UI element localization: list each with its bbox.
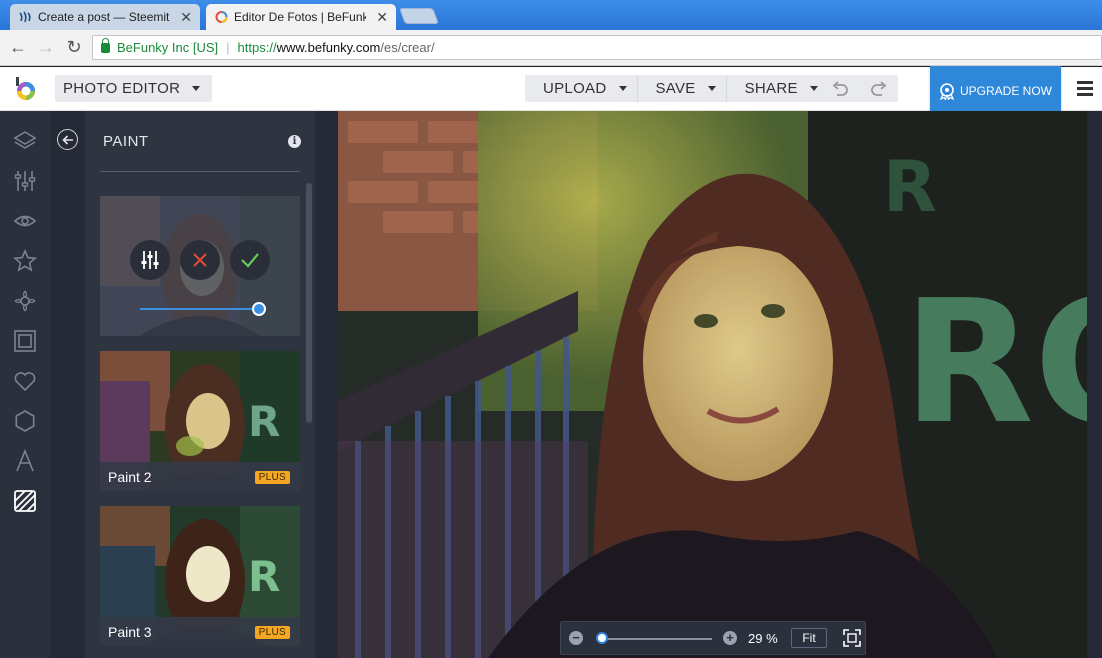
tab-steemit[interactable]: Create a post — Steemit ✕ xyxy=(10,4,200,30)
eye-icon[interactable] xyxy=(13,209,37,233)
shape-icon[interactable] xyxy=(13,409,37,433)
effect-name: Paint 2 xyxy=(108,468,152,485)
mode-label: PHOTO EDITOR xyxy=(63,80,181,97)
url-scheme: https:// xyxy=(237,40,277,55)
redo-button[interactable] xyxy=(859,75,898,102)
back-arrow-icon xyxy=(61,134,73,145)
close-icon xyxy=(193,253,207,267)
browser-tab-bar: Create a post — Steemit ✕ Editor De Foto… xyxy=(0,0,1102,30)
panel-title: PAINT xyxy=(103,133,149,150)
zoom-out-button[interactable]: − xyxy=(569,631,583,645)
befunky-logo-icon[interactable] xyxy=(13,77,37,101)
zoom-slider[interactable] xyxy=(602,638,712,640)
app-header: PHOTO EDITOR UPLOAD SAVE SHARE UPGRADE N… xyxy=(0,66,1102,116)
reload-icon[interactable]: ↻ xyxy=(63,37,85,58)
adjust-sliders-icon[interactable] xyxy=(13,169,37,193)
settings-sliders-icon xyxy=(141,251,159,269)
close-icon[interactable]: ✕ xyxy=(180,9,192,26)
checkmark-icon xyxy=(241,253,259,268)
undo-icon xyxy=(832,80,848,96)
hamburger-menu-icon[interactable] xyxy=(1077,81,1093,96)
fit-button[interactable]: Fit xyxy=(791,628,827,648)
zoom-slider-handle[interactable] xyxy=(596,632,608,644)
caret-down-icon xyxy=(192,86,201,91)
zoom-controls: − + 29 % Fit xyxy=(560,621,866,655)
badge-icon xyxy=(939,83,955,100)
plus-badge: PLUS xyxy=(254,471,290,484)
zoom-in-button[interactable]: + xyxy=(723,631,737,645)
apply-effect-button[interactable] xyxy=(230,240,270,280)
effect-item-paint-3[interactable]: R Paint 3 PLUS xyxy=(100,506,300,646)
active-effect-thumbnail[interactable] xyxy=(100,196,300,336)
effect-amount-handle[interactable] xyxy=(252,302,266,316)
text-icon[interactable] xyxy=(13,449,37,473)
tab-title: Create a post — Steemit xyxy=(38,10,170,24)
zoom-percent: 29 % xyxy=(748,631,778,646)
cancel-effect-button[interactable] xyxy=(180,240,220,280)
address-bar-row: ← → ↻ BeFunky Inc [US] | https://www.bef… xyxy=(0,30,1102,66)
divider: | xyxy=(226,40,230,55)
back-button[interactable] xyxy=(57,129,78,150)
upgrade-label: UPGRADE NOW xyxy=(960,84,1053,98)
panel-gutter xyxy=(50,111,85,658)
caret-down-icon xyxy=(618,86,627,91)
steemit-favicon-icon xyxy=(19,11,31,23)
effect-name: Paint 3 xyxy=(108,623,152,640)
caret-down-icon xyxy=(809,86,818,91)
divider xyxy=(100,171,300,172)
fullscreen-icon[interactable] xyxy=(843,629,861,647)
effect-settings-button[interactable] xyxy=(130,240,170,280)
undo-button[interactable] xyxy=(820,75,859,102)
url-path: /es/crear/ xyxy=(380,40,435,55)
upload-label: UPLOAD xyxy=(543,80,607,97)
caret-down-icon xyxy=(707,86,716,91)
secure-label: BeFunky Inc [US] xyxy=(117,40,219,55)
new-tab-button[interactable] xyxy=(399,8,439,24)
close-icon[interactable]: ✕ xyxy=(376,9,388,26)
plus-badge: PLUS xyxy=(254,626,290,639)
share-button[interactable]: SHARE xyxy=(725,75,828,102)
effect-item-paint-2[interactable]: R Paint 2 PLUS xyxy=(100,351,300,491)
frame-icon[interactable] xyxy=(13,329,37,353)
lock-icon xyxy=(101,37,110,53)
artsy-icon[interactable] xyxy=(13,289,37,313)
panel-scrollbar[interactable] xyxy=(306,183,312,423)
layers-icon[interactable] xyxy=(13,129,37,153)
tab-title: Editor De Fotos | BeFunky xyxy=(234,10,366,24)
editor-canvas[interactable]: RO R xyxy=(315,111,1102,658)
save-label: SAVE xyxy=(655,80,696,97)
heart-icon[interactable] xyxy=(13,369,37,393)
share-label: SHARE xyxy=(744,80,798,97)
save-button[interactable]: SAVE xyxy=(636,75,726,102)
texture-icon[interactable] xyxy=(13,489,37,513)
forward-arrow-icon[interactable]: → xyxy=(35,37,57,58)
upgrade-now-button[interactable]: UPGRADE NOW xyxy=(930,66,1061,116)
star-icon[interactable] xyxy=(13,249,37,273)
edited-photo[interactable]: RO R xyxy=(338,111,1087,658)
url-host: www.befunky.com xyxy=(276,40,381,55)
redo-icon xyxy=(870,80,886,96)
paint-panel: PAINT i R Paint 2 PLUS R Paint 3 PLUS xyxy=(85,111,315,658)
photo-editor-dropdown[interactable]: PHOTO EDITOR xyxy=(55,75,213,102)
svg-text:R: R xyxy=(248,552,280,601)
tab-befunky[interactable]: Editor De Fotos | BeFunky ✕ xyxy=(206,4,396,30)
url-field[interactable]: BeFunky Inc [US] | https://www.befunky.c… xyxy=(92,35,1102,60)
svg-text:R: R xyxy=(248,397,280,446)
effect-amount-slider[interactable] xyxy=(140,308,260,310)
befunky-favicon-icon xyxy=(215,11,228,23)
upload-button[interactable]: UPLOAD xyxy=(525,75,637,102)
tool-rail xyxy=(0,111,50,658)
back-arrow-icon[interactable]: ← xyxy=(7,37,29,58)
file-actions: UPLOAD SAVE SHARE xyxy=(525,75,828,102)
undo-redo-group xyxy=(820,75,898,102)
info-icon[interactable]: i xyxy=(288,135,301,148)
